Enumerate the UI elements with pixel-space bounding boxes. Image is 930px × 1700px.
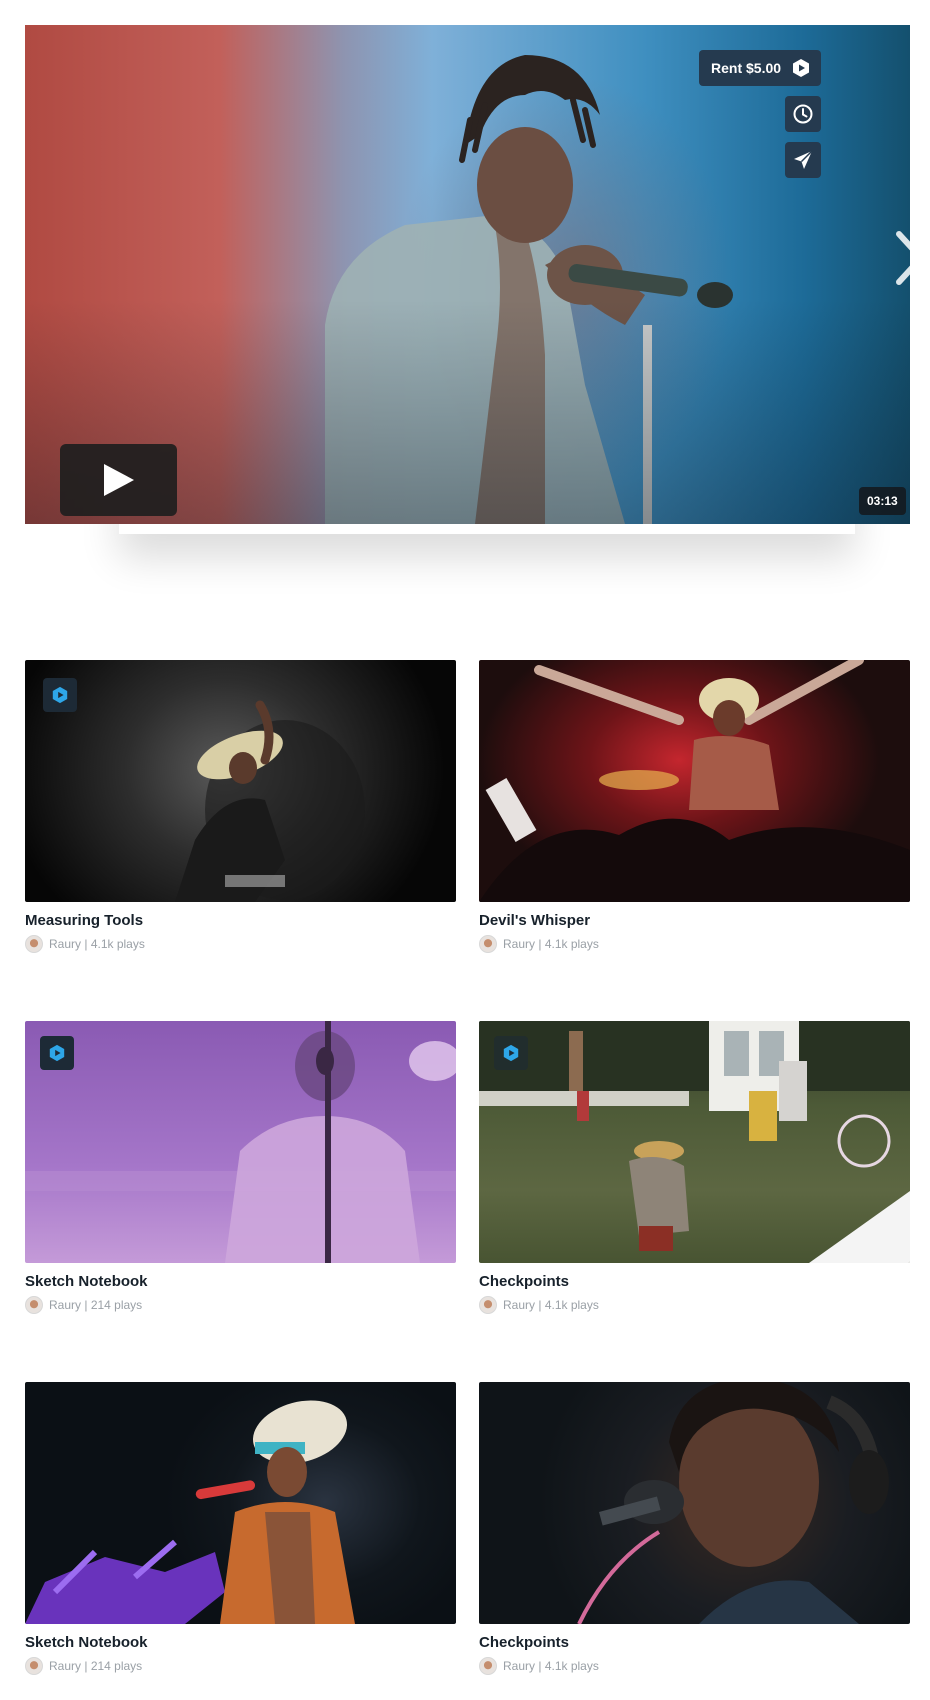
send-icon bbox=[794, 150, 813, 169]
video-title[interactable]: Devil's Whisper bbox=[479, 912, 910, 929]
thumbnail-image bbox=[25, 1021, 456, 1263]
video-card[interactable]: Checkpoints Raury | 4.1k plays bbox=[479, 1021, 910, 1314]
play-hexagon-icon bbox=[52, 686, 68, 704]
play-button[interactable] bbox=[60, 444, 177, 516]
video-thumbnail[interactable] bbox=[25, 660, 456, 902]
meta-separator: | bbox=[535, 1659, 545, 1673]
video-thumbnail[interactable] bbox=[479, 1382, 910, 1624]
meta-separator: | bbox=[81, 1659, 91, 1673]
video-thumbnail[interactable] bbox=[479, 660, 910, 902]
playlist-badge bbox=[43, 678, 77, 712]
video-thumbnail[interactable] bbox=[25, 1021, 456, 1263]
play-count: 214 plays bbox=[90, 1659, 143, 1673]
video-title[interactable]: Checkpoints bbox=[479, 1634, 910, 1651]
share-button[interactable] bbox=[785, 142, 821, 178]
play-icon bbox=[103, 464, 134, 496]
playlist-badge bbox=[494, 1036, 528, 1070]
video-title[interactable]: Checkpoints bbox=[479, 1273, 910, 1290]
watch-later-button[interactable] bbox=[785, 96, 821, 132]
thumbnail-image bbox=[479, 1021, 910, 1263]
avatar[interactable] bbox=[479, 1296, 497, 1314]
video-meta: Raury | 214 plays bbox=[25, 1657, 456, 1675]
avatar[interactable] bbox=[479, 935, 497, 953]
video-meta: Raury | 214 plays bbox=[25, 1296, 456, 1314]
clock-icon bbox=[793, 104, 813, 124]
play-count: 4.1k plays bbox=[544, 1659, 599, 1673]
thumbnail-image bbox=[577, 1382, 889, 1624]
artist-name[interactable]: Raury bbox=[503, 937, 535, 951]
artist-name[interactable]: Raury bbox=[49, 937, 81, 951]
thumbnail-image bbox=[175, 700, 365, 902]
play-count: 214 plays bbox=[90, 1298, 143, 1312]
chevron-right-icon[interactable] bbox=[893, 230, 929, 286]
avatar[interactable] bbox=[25, 935, 43, 953]
hero-video-player[interactable]: Rent $5.00 03:13 bbox=[25, 25, 910, 524]
artist-name[interactable]: Raury bbox=[49, 1298, 81, 1312]
video-card[interactable]: Devil's Whisper Raury | 4.1k plays bbox=[479, 660, 910, 953]
meta-separator: | bbox=[535, 1298, 545, 1312]
video-thumbnail[interactable] bbox=[25, 1382, 456, 1624]
video-meta: Raury | 4.1k plays bbox=[479, 1296, 910, 1314]
play-count: 4.1k plays bbox=[544, 1298, 599, 1312]
play-hexagon-icon bbox=[793, 59, 809, 77]
video-card[interactable]: Checkpoints Raury | 4.1k plays bbox=[479, 1382, 910, 1675]
rent-button[interactable]: Rent $5.00 bbox=[699, 50, 821, 86]
video-meta: Raury | 4.1k plays bbox=[25, 935, 456, 953]
rent-button-label: Rent $5.00 bbox=[711, 60, 782, 76]
playlist-badge bbox=[40, 1036, 74, 1070]
video-title[interactable]: Sketch Notebook bbox=[25, 1273, 456, 1290]
meta-separator: | bbox=[535, 937, 545, 951]
video-card[interactable]: Sketch Notebook Raury | 214 plays bbox=[25, 1382, 456, 1675]
video-thumbnail[interactable] bbox=[479, 1021, 910, 1263]
video-title[interactable]: Sketch Notebook bbox=[25, 1634, 456, 1651]
thumbnail-image bbox=[479, 660, 910, 902]
duration-badge: 03:13 bbox=[859, 487, 906, 515]
video-meta: Raury | 4.1k plays bbox=[479, 1657, 910, 1675]
avatar[interactable] bbox=[25, 1657, 43, 1675]
avatar[interactable] bbox=[479, 1657, 497, 1675]
avatar[interactable] bbox=[25, 1296, 43, 1314]
thumbnail-image bbox=[25, 1400, 355, 1624]
artist-name[interactable]: Raury bbox=[49, 1659, 81, 1673]
play-hexagon-icon bbox=[49, 1044, 65, 1062]
play-hexagon-icon bbox=[503, 1044, 519, 1062]
meta-separator: | bbox=[81, 1298, 91, 1312]
artist-name[interactable]: Raury bbox=[503, 1298, 535, 1312]
video-card[interactable]: Measuring Tools Raury | 4.1k plays bbox=[25, 660, 456, 953]
play-count: 4.1k plays bbox=[544, 937, 599, 951]
artist-name[interactable]: Raury bbox=[503, 1659, 535, 1673]
meta-separator: | bbox=[81, 937, 91, 951]
play-count: 4.1k plays bbox=[90, 937, 145, 951]
video-title[interactable]: Measuring Tools bbox=[25, 912, 456, 929]
video-meta: Raury | 4.1k plays bbox=[479, 935, 910, 953]
video-card[interactable]: Sketch Notebook Raury | 214 plays bbox=[25, 1021, 456, 1314]
